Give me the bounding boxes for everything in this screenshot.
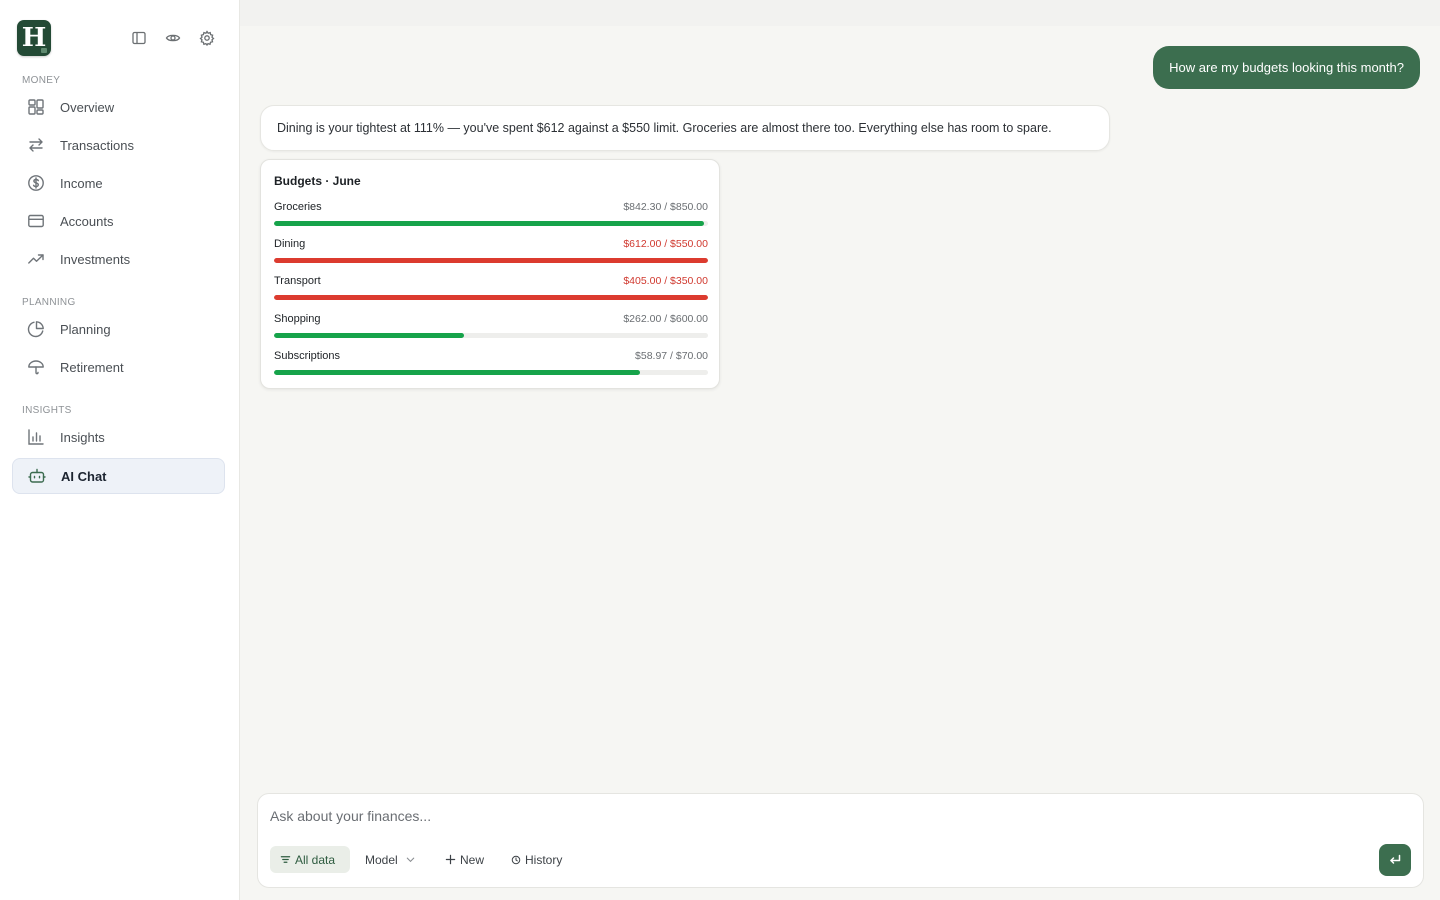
- new-chat-label: New: [460, 852, 485, 867]
- sidebar-item-label: Accounts: [60, 213, 114, 229]
- chevron-down-icon: [406, 857, 414, 863]
- budget-card: Budgets · June Groceries $842.30 / $850.0…: [260, 159, 720, 389]
- budget-amount: $262.00 / $600.00: [623, 313, 708, 325]
- sidebar-item-planning[interactable]: Planning: [12, 311, 225, 347]
- eye-icon[interactable]: [163, 28, 183, 48]
- filter-icon: [280, 856, 291, 863]
- user-message: How are my budgets looking this month?: [1153, 46, 1420, 89]
- sidebar-item-label: Retirement: [60, 359, 124, 375]
- umbrella-icon: [26, 357, 46, 377]
- budget-progress-fill: [274, 258, 708, 263]
- budget-progress-track: [274, 221, 708, 226]
- new-chat-button[interactable]: New: [445, 846, 484, 873]
- sidebar-item-transactions[interactable]: Transactions: [12, 127, 225, 163]
- sidebar-item-accounts[interactable]: Accounts: [12, 203, 225, 239]
- budget-progress-track: [274, 295, 708, 300]
- enter-icon: [1390, 854, 1401, 864]
- sidebar-item-label: Transactions: [60, 137, 134, 153]
- chat-composer: All data Model New History: [257, 793, 1424, 888]
- section-label-planning: PLANNING: [22, 297, 76, 308]
- budget-row-dining: Dining $612.00 / $550.00: [274, 238, 708, 268]
- budget-row-shopping: Shopping $262.00 / $600.00: [274, 313, 708, 343]
- assistant-message: Dining is your tightest at 111% — you've…: [260, 105, 1110, 151]
- budget-amount: $612.00 / $550.00: [623, 238, 708, 250]
- assistant-message-text: Dining is your tightest at 111% — you've…: [277, 121, 1052, 135]
- sidebar-item-retirement[interactable]: Retirement: [12, 349, 225, 385]
- trend-icon: [26, 249, 46, 269]
- budget-row-groceries: Groceries $842.30 / $850.00: [274, 201, 708, 231]
- sidebar-item-label: AI Chat: [61, 468, 107, 484]
- budget-category-name: Shopping: [274, 313, 321, 325]
- budget-progress-fill: [274, 221, 705, 226]
- card-icon: [26, 211, 46, 231]
- gear-icon[interactable]: [197, 28, 217, 48]
- plus-icon: [445, 854, 456, 865]
- budget-card-title: Budgets · June: [274, 174, 361, 188]
- model-select[interactable]: Model: [365, 846, 416, 873]
- budget-amount: $842.30 / $850.00: [623, 201, 708, 213]
- budget-progress-track: [274, 333, 708, 338]
- budget-progress-fill: [274, 370, 640, 375]
- sidebar-item-overview[interactable]: Overview: [12, 89, 225, 125]
- chat-input[interactable]: [270, 804, 1370, 828]
- sidebar-item-income[interactable]: Income: [12, 165, 225, 201]
- budget-row-subscriptions: Subscriptions $58.97 / $70.00: [274, 350, 708, 380]
- arrows-icon: [26, 135, 46, 155]
- sidebar-item-label: Insights: [60, 429, 105, 445]
- grid-icon: [26, 97, 46, 117]
- history-button[interactable]: History: [511, 846, 562, 873]
- app-logo[interactable]: H: [17, 20, 51, 56]
- budget-progress-fill: [274, 333, 464, 338]
- budget-progress-track: [274, 258, 708, 263]
- sidebar-item-investments[interactable]: Investments: [12, 241, 225, 277]
- sidebar-item-insights[interactable]: Insights: [12, 419, 225, 455]
- section-label-money: MONEY: [22, 75, 61, 86]
- sidebar-item-label: Planning: [60, 321, 111, 337]
- section-label-insights: INSIGHTS: [22, 405, 72, 416]
- clock-icon: [511, 855, 521, 864]
- data-filter-button[interactable]: All data: [270, 846, 350, 873]
- dollar-icon: [26, 173, 46, 193]
- top-bar: [240, 0, 1440, 26]
- budget-category-name: Dining: [274, 238, 306, 250]
- budget-progress-track: [274, 370, 708, 375]
- budget-category-name: Subscriptions: [274, 350, 341, 362]
- bar-chart-icon: [26, 427, 46, 447]
- budget-amount: $405.00 / $350.00: [623, 275, 708, 287]
- budget-category-name: Transport: [274, 275, 321, 287]
- data-filter-label: All data: [295, 852, 336, 867]
- sidebar-item-label: Overview: [60, 99, 115, 115]
- sidebar-item-label: Investments: [60, 251, 131, 267]
- sidebar-item-label: Income: [60, 175, 103, 191]
- sidebar-item-ai-chat[interactable]: AI Chat: [12, 458, 225, 494]
- bot-icon: [27, 466, 47, 486]
- model-select-label: Model: [365, 852, 398, 867]
- send-button[interactable]: [1379, 844, 1411, 876]
- sidebar-toggle-icon[interactable]: [129, 28, 149, 48]
- logo-mark: [41, 48, 47, 53]
- pie-icon: [26, 319, 46, 339]
- budget-row-transport: Transport $405.00 / $350.00: [274, 275, 708, 305]
- budget-amount: $58.97 / $70.00: [635, 350, 708, 362]
- history-label: History: [525, 852, 563, 867]
- budget-progress-fill: [274, 295, 708, 300]
- sidebar: H MONEY Overview Transactions Income Acc…: [0, 0, 240, 900]
- budget-category-name: Groceries: [274, 201, 322, 213]
